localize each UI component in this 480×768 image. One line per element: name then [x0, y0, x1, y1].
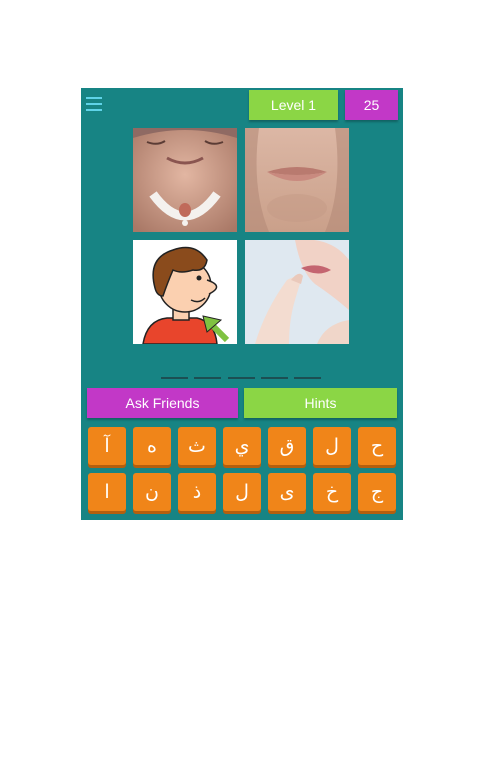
answer-slots [161, 377, 324, 381]
clue-image-1 [133, 128, 237, 232]
letter-key[interactable]: ى [268, 473, 306, 511]
letter-key[interactable]: ح [358, 427, 396, 465]
level-indicator: Level 1 [249, 90, 338, 120]
letter-key[interactable]: ا [88, 473, 126, 511]
game-panel: Level 1 25 Ask Friends Hints آ ه ث ي ق ل… [81, 88, 403, 520]
menu-icon[interactable] [86, 96, 102, 112]
clue-image-3 [133, 240, 237, 344]
answer-slot[interactable] [261, 377, 288, 379]
letter-key[interactable]: ل [223, 473, 261, 511]
letter-key[interactable]: ذ [178, 473, 216, 511]
answer-slot[interactable] [228, 377, 255, 379]
letter-key[interactable]: ق [268, 427, 306, 465]
ask-friends-button[interactable]: Ask Friends [87, 388, 238, 418]
coin-counter: 25 [345, 90, 398, 120]
letter-key[interactable]: ج [358, 473, 396, 511]
letter-key[interactable]: ل [313, 427, 351, 465]
clue-image-2 [245, 128, 349, 232]
letter-key[interactable]: ه [133, 427, 171, 465]
letter-key[interactable]: ن [133, 473, 171, 511]
letter-key[interactable]: آ [88, 427, 126, 465]
letter-key[interactable]: خ [313, 473, 351, 511]
hints-button[interactable]: Hints [244, 388, 397, 418]
answer-slot[interactable] [161, 377, 188, 379]
clue-image-4 [245, 240, 349, 344]
letter-key[interactable]: ي [223, 427, 261, 465]
answer-slot[interactable] [194, 377, 221, 379]
answer-slot[interactable] [294, 377, 321, 379]
letter-key[interactable]: ث [178, 427, 216, 465]
